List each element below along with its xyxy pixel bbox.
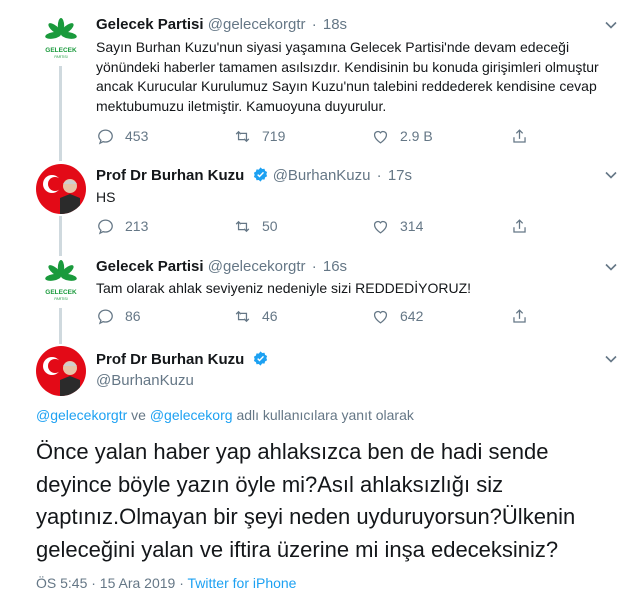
- tweet-meta: ÖS 5:45 · 15 Ara 2019 · Twitter for iPho…: [36, 575, 296, 591]
- tweet-actions: 213 50 314: [96, 214, 536, 238]
- avatar-gelecek[interactable]: GELECEK PARTISI: [36, 256, 86, 306]
- replying-suffix: adlı kullanıcılara yanıt olarak: [236, 407, 414, 423]
- like-count: 642: [400, 308, 424, 324]
- tweet-timestamp[interactable]: ÖS 5:45 · 15 Ara 2019: [36, 575, 175, 591]
- svg-text:PARTISI: PARTISI: [54, 297, 67, 301]
- chevron-down-icon[interactable]: [604, 18, 618, 32]
- heart-icon: [373, 220, 388, 234]
- chevron-down-icon[interactable]: [604, 260, 618, 274]
- replying-to: @gelecekorgtr ve @gelecekorg adlı kullan…: [36, 407, 414, 423]
- author-handle[interactable]: @gelecekorgtr: [208, 258, 306, 275]
- like-action[interactable]: 314: [371, 214, 423, 238]
- tweet-time[interactable]: 18s: [323, 16, 347, 33]
- reply-icon: [98, 129, 113, 145]
- retweet-action[interactable]: 50: [233, 214, 278, 238]
- tweet-text: Sayın Burhan Kuzu'nun siyasi yaşamına Ge…: [96, 39, 599, 114]
- separator-dot: ·: [376, 167, 382, 184]
- chevron-down-icon[interactable]: [604, 352, 618, 366]
- like-count: 314: [400, 218, 424, 234]
- thread-line: [59, 216, 62, 256]
- tweet-time[interactable]: 17s: [388, 167, 412, 184]
- author-name[interactable]: Gelecek Partisi: [96, 258, 204, 275]
- profile-photo: [36, 346, 86, 396]
- reply-count: 453: [125, 128, 149, 144]
- like-action[interactable]: 2.9 B: [371, 124, 433, 148]
- reply-action[interactable]: 86: [96, 304, 141, 328]
- avatar-gelecek[interactable]: GELECEK PARTISI: [36, 14, 86, 64]
- reply-icon: [98, 309, 113, 325]
- tweet-source[interactable]: Twitter for iPhone: [188, 575, 297, 591]
- reply-mention-1[interactable]: @gelecekorgtr: [36, 407, 127, 423]
- main-tweet-name: Prof Dr Burhan Kuzu: [96, 350, 269, 368]
- author-handle[interactable]: @BurhanKuzu: [273, 167, 371, 184]
- share-action[interactable]: [510, 304, 539, 328]
- retweet-icon: [235, 220, 250, 232]
- heart-icon: [373, 130, 388, 144]
- gelecek-logo: GELECEK PARTISI: [36, 14, 86, 64]
- profile-photo: [36, 164, 86, 214]
- retweet-icon: [235, 130, 250, 142]
- share-action[interactable]: [510, 214, 539, 238]
- heart-icon: [373, 310, 388, 324]
- reply-mention-2[interactable]: @gelecekorg: [150, 407, 233, 423]
- tweet-thread: GELECEK PARTISI Gelecek Partisi @gelecek…: [0, 0, 640, 602]
- separator-dot: ·: [311, 16, 317, 33]
- tweet-header: Gelecek Partisi @gelecekorgtr · 16s: [96, 258, 347, 275]
- verified-badge-icon: [253, 351, 267, 366]
- share-icon: [513, 218, 526, 233]
- tweet-header: Gelecek Partisi @gelecekorgtr · 18s: [96, 16, 347, 33]
- retweet-icon: [235, 310, 250, 322]
- author-name[interactable]: Prof Dr Burhan Kuzu: [96, 167, 244, 184]
- tweet-text: HS: [96, 189, 116, 205]
- verified-badge-icon: [253, 167, 267, 182]
- retweet-count: 50: [262, 218, 278, 234]
- share-action[interactable]: [510, 124, 539, 148]
- chevron-down-icon[interactable]: [604, 168, 618, 182]
- thread-line: [59, 66, 62, 161]
- retweet-action[interactable]: 46: [233, 304, 278, 328]
- reply-icon: [98, 219, 113, 235]
- tweet-actions: 86 46 642: [96, 304, 536, 328]
- share-icon: [513, 308, 526, 323]
- share-icon: [513, 128, 526, 143]
- svg-text:GELECEK: GELECEK: [45, 289, 77, 296]
- like-action[interactable]: 642: [371, 304, 423, 328]
- tweet-time[interactable]: 16s: [323, 258, 347, 275]
- main-tweet-text: Önce yalan haber yap ahlaksızca ben de h…: [36, 439, 576, 562]
- tweet-header: Prof Dr Burhan Kuzu @BurhanKuzu · 17s: [96, 166, 412, 184]
- reply-count: 213: [125, 218, 149, 234]
- gelecek-logo: GELECEK PARTISI: [36, 256, 86, 306]
- replying-and: ve: [131, 407, 146, 423]
- like-count: 2.9 B: [400, 128, 433, 144]
- separator-dot: ·: [179, 575, 184, 591]
- svg-text:PARTISI: PARTISI: [54, 55, 67, 59]
- thread-line: [59, 308, 62, 344]
- reply-action[interactable]: 453: [96, 124, 148, 148]
- avatar-burhan-kuzu[interactable]: [36, 346, 86, 396]
- reply-action[interactable]: 213: [96, 214, 148, 238]
- main-tweet-handle: @BurhanKuzu: [96, 372, 194, 389]
- author-handle[interactable]: @BurhanKuzu: [96, 372, 194, 389]
- author-name[interactable]: Gelecek Partisi: [96, 16, 204, 33]
- retweet-action[interactable]: 719: [233, 124, 285, 148]
- retweet-count: 719: [262, 128, 286, 144]
- author-handle[interactable]: @gelecekorgtr: [208, 16, 306, 33]
- author-name[interactable]: Prof Dr Burhan Kuzu: [96, 351, 244, 368]
- separator-dot: ·: [311, 258, 317, 275]
- svg-text:GELECEK: GELECEK: [45, 47, 77, 54]
- tweet-actions: 453 719 2.9 B: [96, 124, 536, 148]
- avatar-burhan-kuzu[interactable]: [36, 164, 86, 214]
- retweet-count: 46: [262, 308, 278, 324]
- reply-count: 86: [125, 308, 141, 324]
- tweet-text: Tam olarak ahlak seviyeniz nedeniyle siz…: [96, 280, 472, 296]
